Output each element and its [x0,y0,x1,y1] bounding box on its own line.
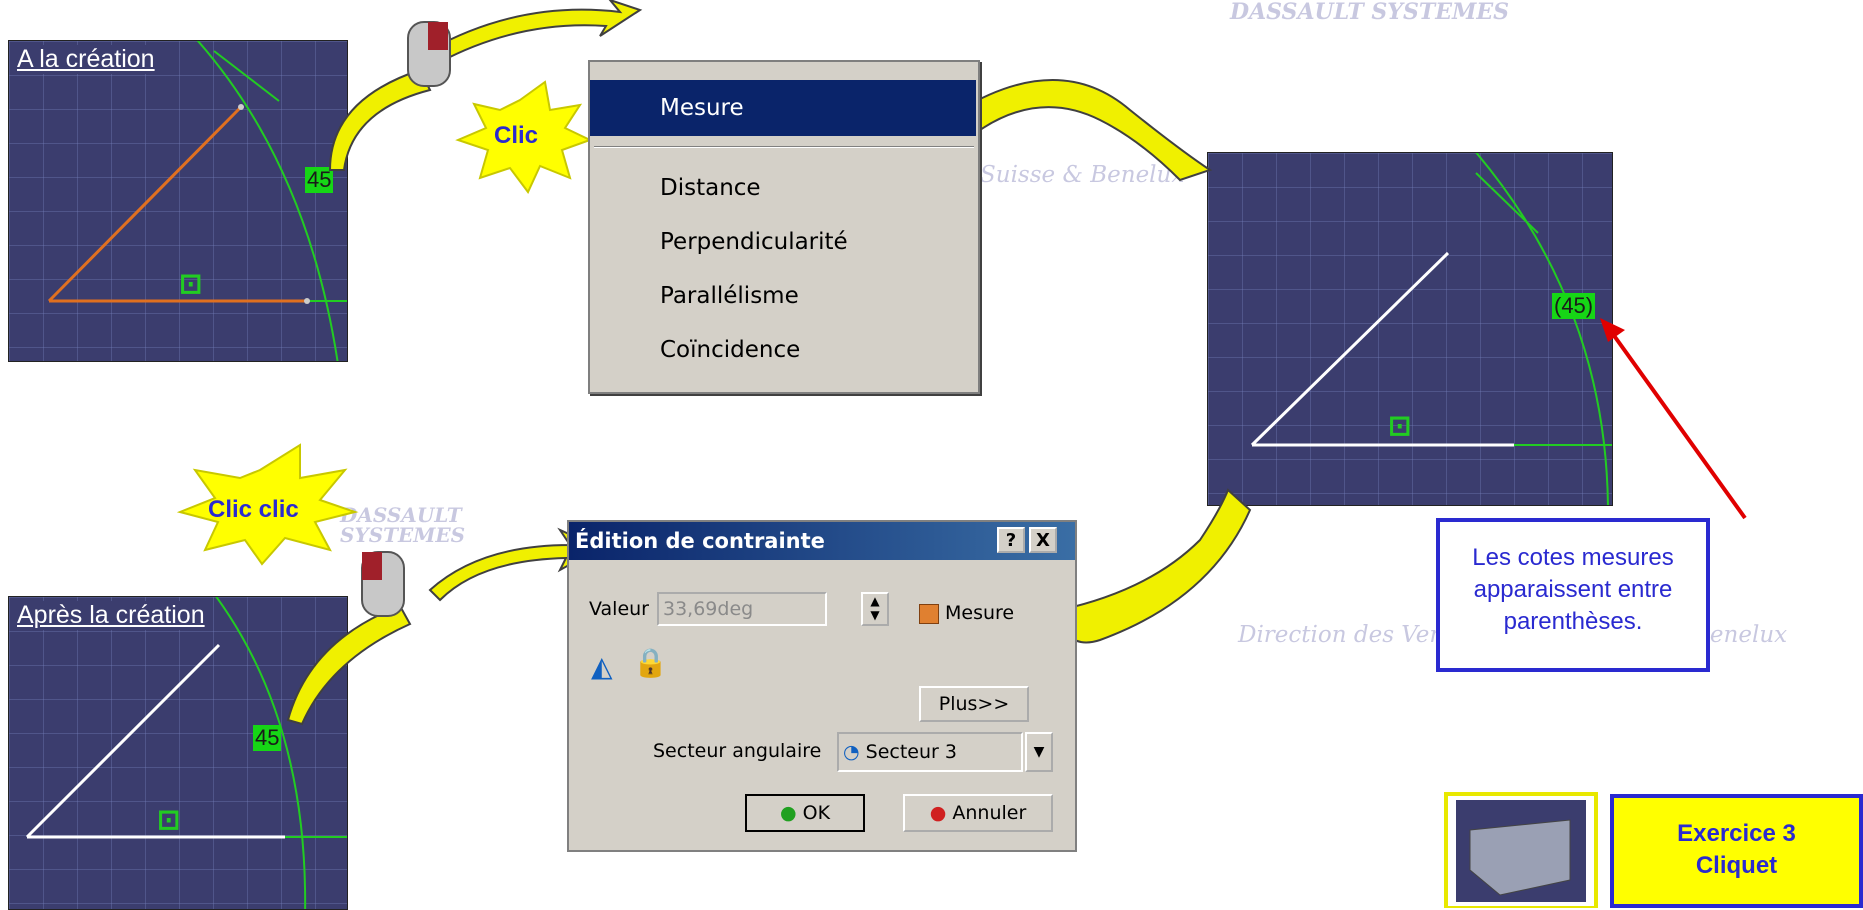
arrow-to-menu [428,0,643,64]
click-label: Clic [494,122,539,149]
arrow-to-dimension [328,68,432,171]
ok-label: OK [802,802,831,824]
sector-icon: ◔ [843,741,860,763]
callout-box: Les cotes mesures apparaissent entre par… [1436,518,1710,672]
value-field[interactable]: 33,69deg [657,592,827,626]
sector-select[interactable]: ◔ Secteur 3 [837,732,1023,772]
sector-dropdown-button[interactable]: ▼ [1025,732,1053,772]
menu-separator [594,146,974,148]
arrow-dialog-to-viewport [1059,488,1252,644]
constraint-type-icon: ◭ [591,650,613,683]
menu-item-parallelisme[interactable]: Parallélisme [590,268,976,324]
ok-button[interactable]: ● OK [745,794,865,832]
menu-item-perpendicularite[interactable]: Perpendicularité [590,214,976,270]
sector-value: Secteur 3 [865,741,957,763]
cancel-button[interactable]: ● Annuler [903,794,1053,832]
value-spinner[interactable]: ▲ ▼ [861,592,889,626]
cancel-label: Annuler [952,802,1027,824]
arrow-to-viewport [958,79,1213,182]
menu-item-distance[interactable]: Distance [590,160,976,216]
lock-icon: 🔒 [633,646,668,679]
measure-checkbox[interactable] [919,604,939,624]
cancel-icon: ● [929,802,947,824]
exercise-title: Exercice 3 [1677,820,1796,847]
pointer-arrow [1608,328,1747,520]
ok-icon: ● [779,802,797,824]
more-button[interactable]: Plus>> [919,686,1029,722]
measure-label[interactable]: Mesure [945,602,1014,624]
constraint-edit-dialog: Édition de contrainte ? X Valeur 33,69de… [567,520,1077,852]
context-menu: Mesure Distance Perpendicularité Parallé… [588,60,980,394]
exercise-subtitle: Cliquet [1695,852,1778,879]
menu-item-mesure[interactable]: Mesure [590,80,976,136]
sector-label: Secteur angulaire [653,740,822,762]
double-click-label: Clic clic [208,496,299,523]
arrow-to-dimension-bottom [286,604,412,726]
help-button[interactable]: ? [997,527,1025,553]
menu-item-coincidence[interactable]: Coïncidence [590,322,976,378]
value-label: Valeur [589,598,649,620]
exercise-box: Exercice 3 Cliquet [1610,794,1863,908]
close-button[interactable]: X [1029,527,1057,553]
